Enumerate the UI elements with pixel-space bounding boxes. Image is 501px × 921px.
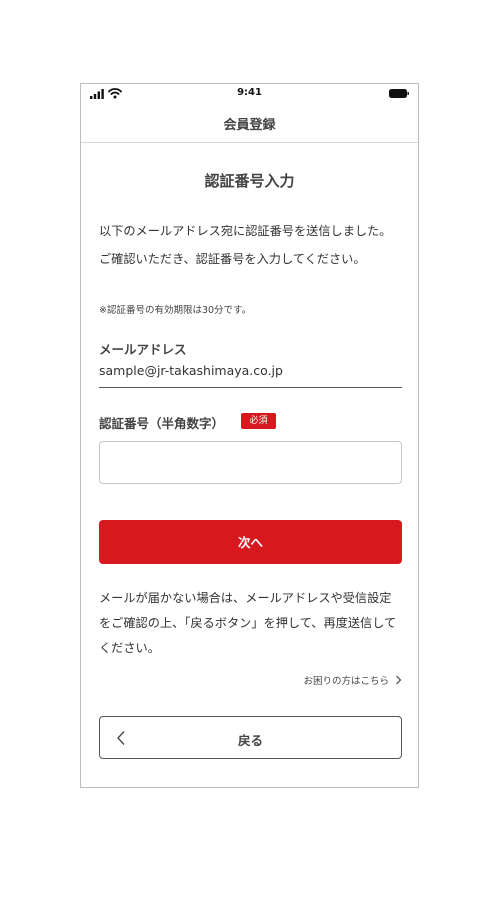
email-value: sample@jr-takashimaya.co.jp bbox=[99, 363, 283, 378]
email-underline bbox=[99, 387, 402, 388]
next-button[interactable]: 次へ bbox=[99, 520, 402, 564]
chevron-right-icon bbox=[396, 675, 402, 685]
email-label: メールアドレス bbox=[99, 342, 187, 357]
code-label: 認証番号（半角数字） bbox=[99, 416, 225, 431]
help-text: メールが届かない場合は、メールアドレスや受信設定をご確認の上、「戻るボタン」を押… bbox=[99, 591, 397, 655]
back-button-label: 戻る bbox=[237, 733, 263, 748]
battery-icon bbox=[389, 89, 409, 98]
status-time: 9:41 bbox=[237, 87, 262, 98]
intro-text: 以下のメールアドレス宛に認証番号を送信しました。ご確認いただき、認証番号を入力し… bbox=[99, 224, 392, 266]
nav-bar: 会員登録 bbox=[81, 104, 418, 143]
required-badge: 必須 bbox=[241, 413, 276, 429]
trouble-link[interactable]: お困りの方はこちら bbox=[303, 673, 402, 687]
phone-frame: 9:41 会員登録 認証番号入力 以下のメールアドレス宛に認証番号を送信しました… bbox=[80, 83, 419, 788]
header-title: 会員登録 bbox=[223, 118, 276, 133]
page-title: 認証番号入力 bbox=[204, 172, 295, 190]
verification-code-input[interactable] bbox=[99, 441, 402, 484]
back-button[interactable]: 戻る bbox=[99, 716, 402, 759]
trouble-link-label: お困りの方はこちら bbox=[303, 676, 389, 687]
status-bar: 9:41 bbox=[81, 84, 418, 104]
validity-note: ※認証番号の有効期限は30分です。 bbox=[99, 305, 252, 316]
